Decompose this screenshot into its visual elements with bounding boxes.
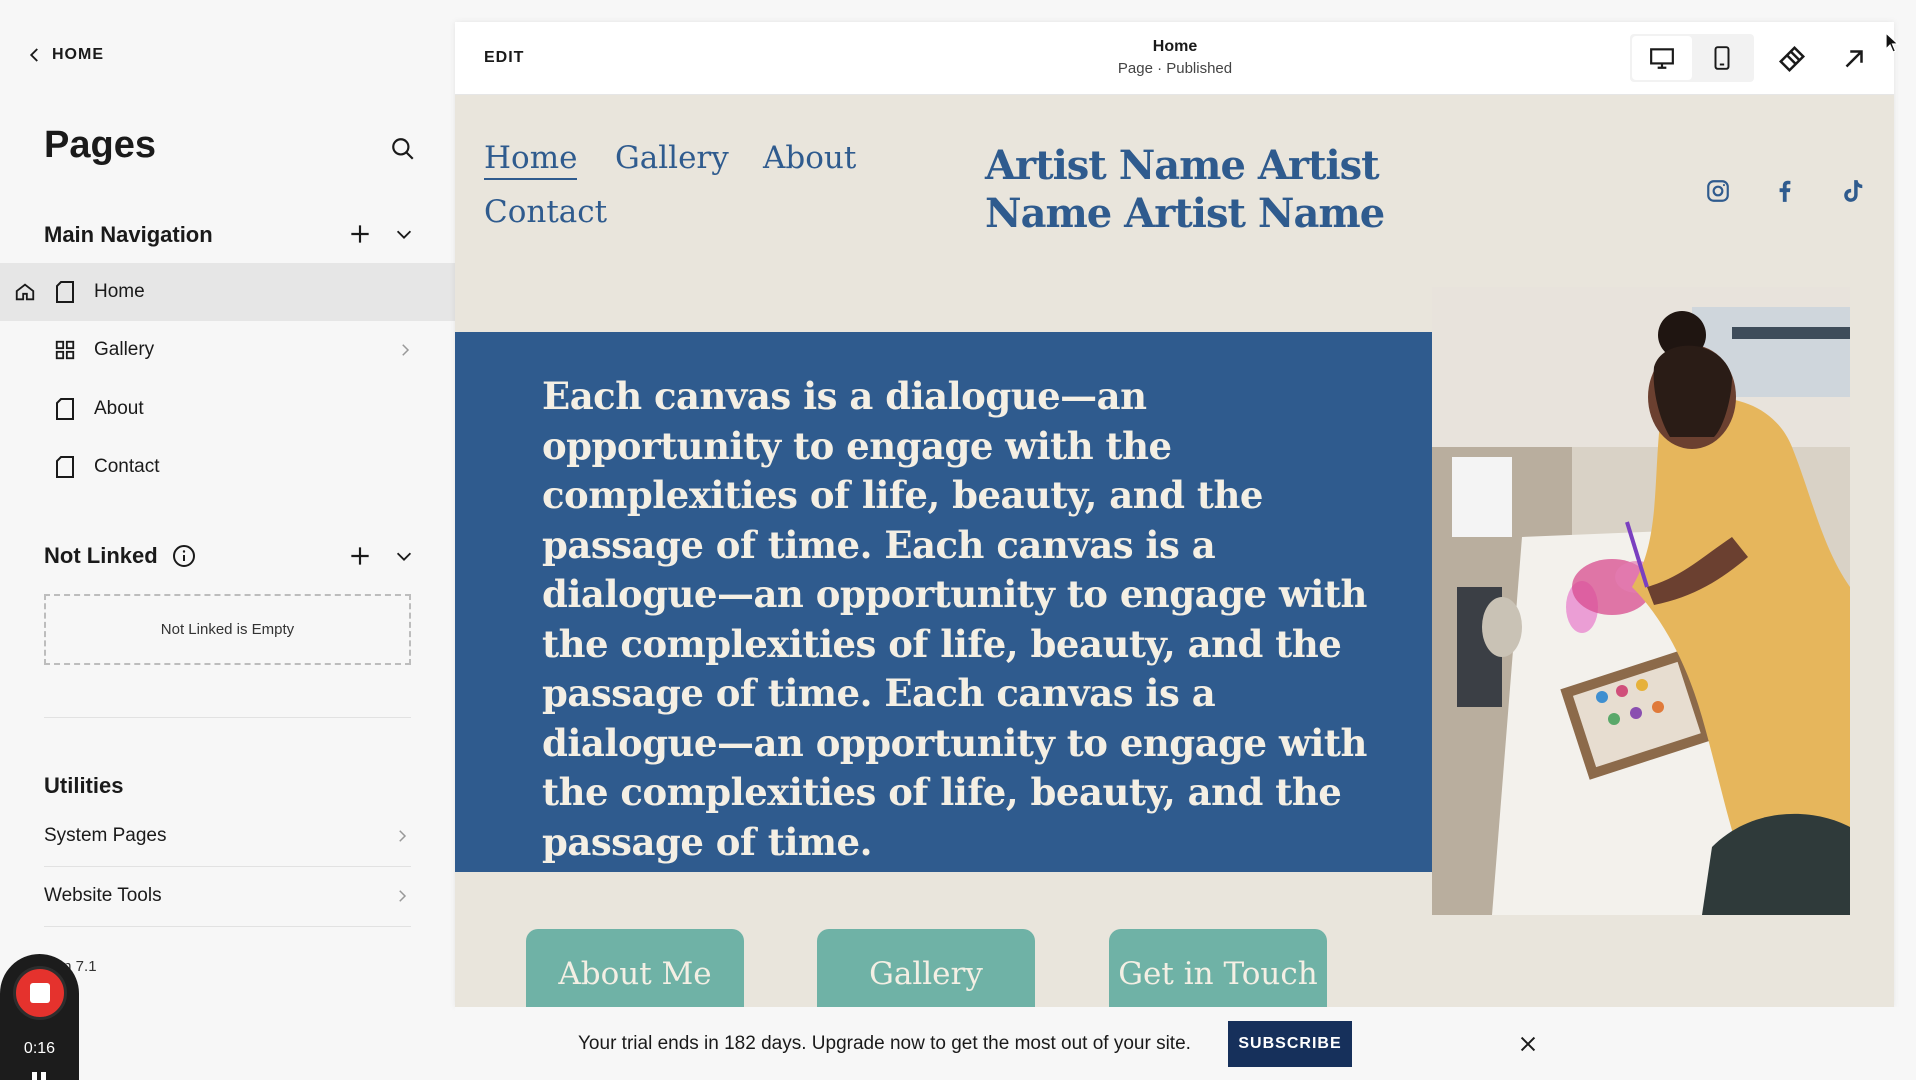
- utility-system-pages[interactable]: System Pages: [44, 807, 411, 865]
- utility-label: Website Tools: [44, 885, 162, 906]
- sidebar-item-label: Gallery: [94, 339, 155, 360]
- mobile-view-button[interactable]: [1692, 36, 1752, 80]
- divider: [44, 926, 411, 927]
- chevron-down-icon[interactable]: [393, 223, 415, 245]
- page-icon: [56, 398, 74, 420]
- sidebar-item-gallery[interactable]: Gallery: [0, 321, 455, 379]
- sidebar-item-label: Contact: [94, 456, 160, 477]
- editor-toolbar: EDIT Home Page · Published: [455, 22, 1894, 95]
- hero-quote: Each canvas is a dialogue—an opportunity…: [542, 374, 1367, 864]
- screen-recorder-widget: 0:16: [0, 954, 79, 1080]
- artist-photo-illustration: [1432, 287, 1850, 915]
- tiktok-icon[interactable]: [1839, 178, 1865, 204]
- gallery-button[interactable]: Gallery: [817, 929, 1035, 1007]
- chevron-right-icon: [399, 830, 407, 842]
- stop-recording-button[interactable]: [13, 966, 67, 1020]
- mobile-icon: [1714, 46, 1730, 70]
- site-logo-text[interactable]: Artist Name Artist Name Artist Name: [985, 142, 1405, 238]
- stop-icon: [30, 983, 50, 1003]
- desktop-icon: [1650, 48, 1674, 69]
- open-external-icon[interactable]: [1839, 44, 1869, 74]
- home-icon: [15, 283, 35, 301]
- add-page-icon[interactable]: [347, 221, 373, 247]
- back-home-link[interactable]: HOME: [26, 46, 104, 64]
- subscribe-button[interactable]: SUBSCRIBE: [1228, 1021, 1352, 1067]
- not-linked-title: Not Linked: [44, 543, 158, 568]
- get-in-touch-button[interactable]: Get in Touch: [1109, 929, 1327, 1007]
- pages-title: Pages: [44, 124, 156, 166]
- edit-button[interactable]: EDIT: [484, 49, 524, 67]
- page-status: Page · Published: [1117, 60, 1233, 77]
- hero-text-block: Each canvas is a dialogue—an opportunity…: [455, 332, 1432, 872]
- site-nav-home[interactable]: Home: [484, 140, 578, 180]
- utilities-header: Utilities: [44, 773, 123, 799]
- not-linked-empty-box[interactable]: Not Linked is Empty: [44, 594, 411, 665]
- chevron-right-icon: [402, 344, 410, 356]
- trial-banner: Your trial ends in 182 days. Upgrade now…: [455, 1007, 1916, 1080]
- add-page-icon[interactable]: [347, 543, 373, 569]
- site-preview-frame: EDIT Home Page · Published Home Gallery …: [455, 22, 1894, 1007]
- info-icon[interactable]: [172, 544, 196, 568]
- device-toggle: [1630, 34, 1754, 82]
- grid-icon: [55, 340, 75, 360]
- divider: [44, 717, 411, 718]
- search-icon[interactable]: [390, 136, 416, 162]
- site-nav-about[interactable]: About: [763, 140, 856, 176]
- site-nav-contact[interactable]: Contact: [484, 194, 607, 230]
- chevron-down-icon[interactable]: [393, 545, 415, 567]
- page-icon: [56, 281, 74, 303]
- sidebar-item-label: Home: [94, 281, 145, 302]
- not-linked-header: Not Linked: [44, 543, 196, 569]
- facebook-icon[interactable]: [1772, 178, 1798, 204]
- pause-icon[interactable]: [32, 1072, 46, 1080]
- recording-time: 0:16: [23, 1040, 56, 1057]
- chevron-right-icon: [399, 890, 407, 902]
- sidebar-item-about[interactable]: About: [0, 380, 455, 438]
- chevron-left-icon: [29, 48, 38, 62]
- sidebar-item-contact[interactable]: Contact: [0, 438, 455, 496]
- not-linked-empty-text: Not Linked is Empty: [160, 621, 295, 638]
- main-navigation-header: Main Navigation: [44, 222, 213, 248]
- mouse-pointer-icon: [1885, 32, 1900, 53]
- main-navigation-title: Main Navigation: [44, 222, 213, 247]
- back-home-label: HOME: [52, 46, 104, 63]
- utilities-title: Utilities: [44, 773, 124, 798]
- about-me-button[interactable]: About Me: [526, 929, 744, 1007]
- site-nav-gallery[interactable]: Gallery: [615, 140, 729, 176]
- utility-label: System Pages: [44, 825, 167, 846]
- close-icon[interactable]: [1517, 1033, 1539, 1055]
- page-icon: [56, 456, 74, 478]
- desktop-view-button[interactable]: [1632, 36, 1692, 80]
- design-brush-icon[interactable]: [1777, 44, 1807, 74]
- sidebar-item-label: About: [94, 398, 144, 419]
- instagram-icon[interactable]: [1705, 178, 1731, 204]
- artist-painting-photo: [1432, 287, 1850, 915]
- utility-website-tools[interactable]: Website Tools: [44, 867, 411, 925]
- sidebar-item-home[interactable]: Home: [0, 263, 455, 321]
- pages-sidebar: HOME Pages Main Navigation Home Gallery …: [0, 0, 455, 1080]
- page-info: Home Page · Published: [975, 38, 1375, 77]
- page-title: Home: [1152, 38, 1198, 55]
- trial-message: Your trial ends in 182 days. Upgrade now…: [578, 1033, 1191, 1054]
